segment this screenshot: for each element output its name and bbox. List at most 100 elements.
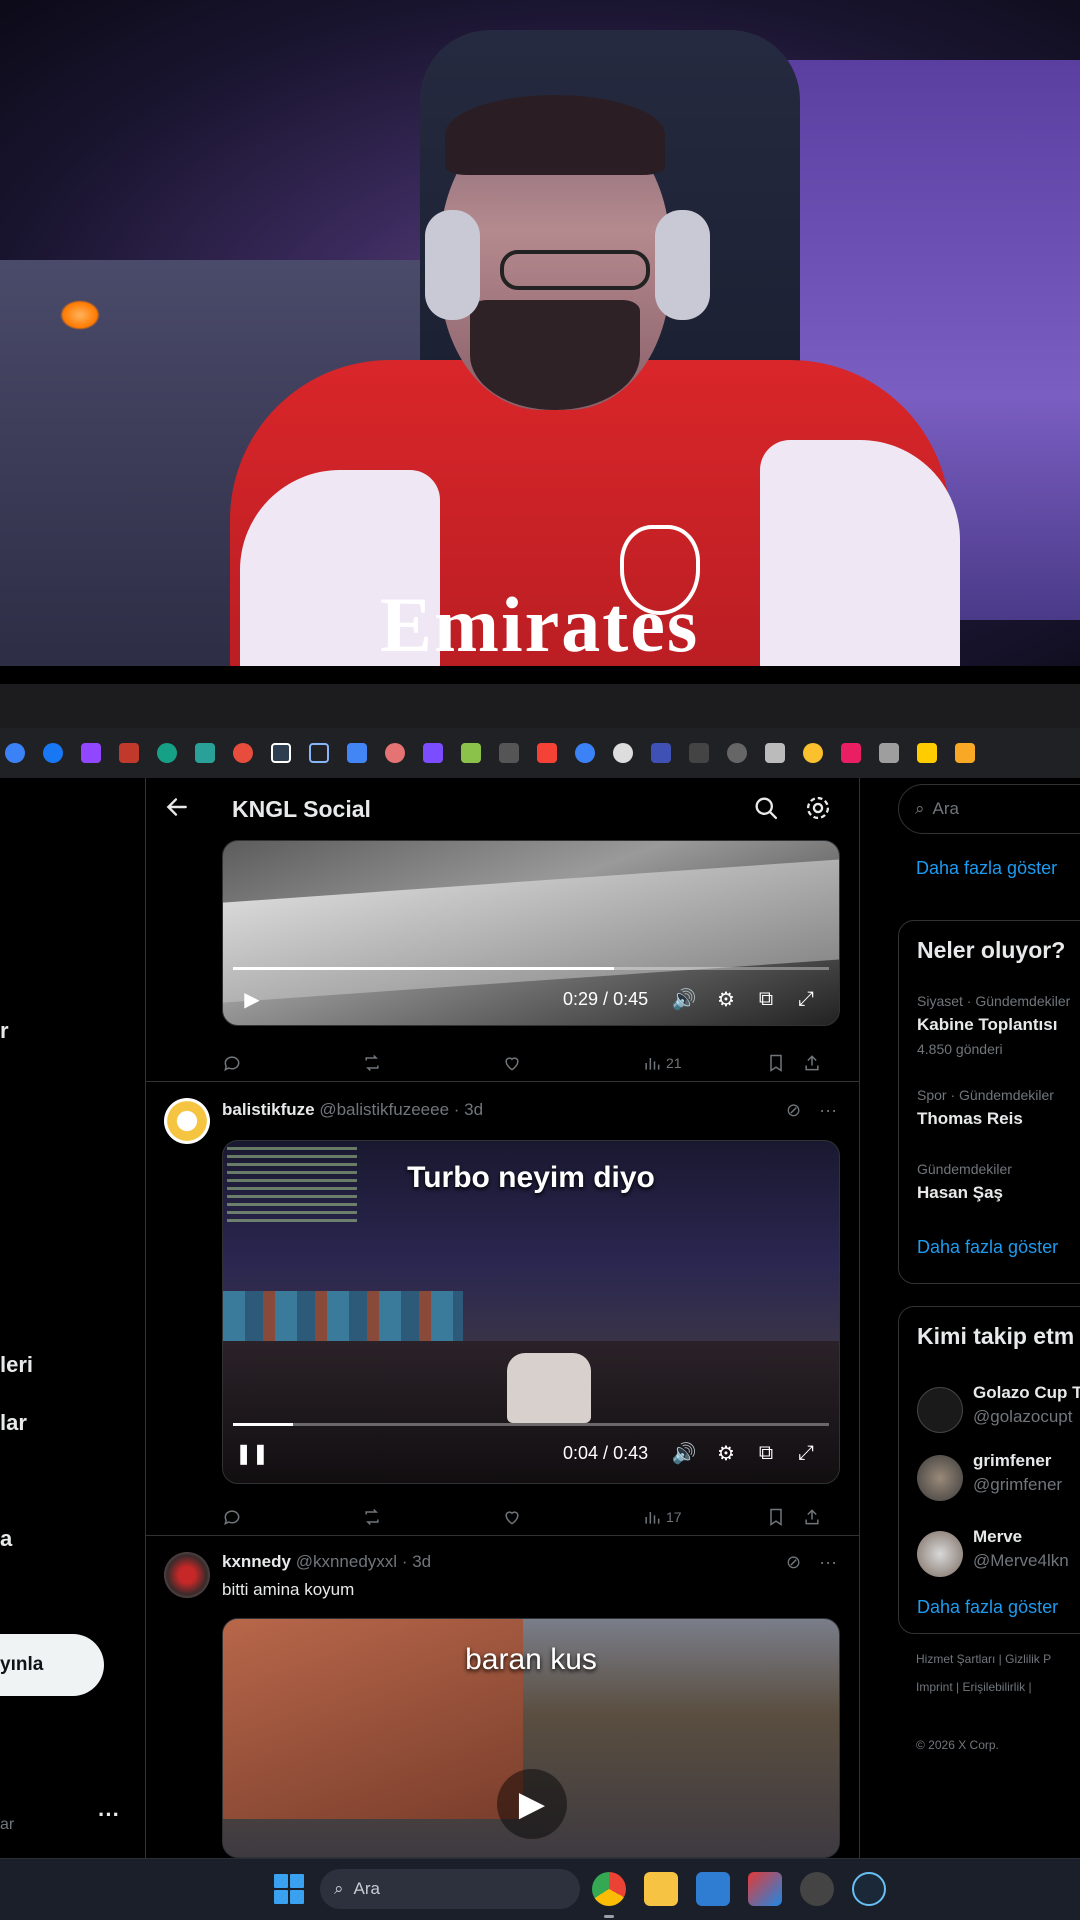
nav-item[interactable]: leri <box>0 1352 33 1378</box>
follow-handle[interactable]: @golazocupt <box>973 1407 1073 1427</box>
search-input[interactable]: ⌕ Ara <box>898 784 1080 834</box>
gear-icon[interactable]: ⚙ <box>711 1433 741 1473</box>
trend-name[interactable]: Hasan Şaş <box>917 1183 1003 1203</box>
follow-name[interactable]: Merve <box>973 1527 1022 1547</box>
avatar[interactable] <box>917 1531 963 1577</box>
follow-name[interactable]: Golazo Cup T <box>973 1383 1080 1403</box>
avatar[interactable] <box>164 1552 210 1598</box>
repost-icon[interactable] <box>362 1502 382 1532</box>
share-icon[interactable] <box>802 1048 822 1078</box>
nav-item[interactable]: r <box>0 1018 9 1044</box>
bookmark-icon[interactable] <box>798 738 828 768</box>
author-handle[interactable]: @kxnnedyxxl <box>296 1552 397 1571</box>
more-icon[interactable]: ··· <box>98 1802 120 1828</box>
pause-icon[interactable]: ❚❚ <box>235 1433 269 1473</box>
follow-handle[interactable]: @Merve4lkn <box>973 1551 1069 1571</box>
picture-in-picture-icon[interactable]: ⧉ <box>751 1433 781 1473</box>
bookmark-icon[interactable] <box>766 1048 786 1078</box>
file-explorer-icon[interactable] <box>644 1872 678 1906</box>
like-icon[interactable] <box>502 1048 522 1078</box>
bookmark-icon[interactable] <box>304 738 334 768</box>
bookmark-icon[interactable] <box>380 738 410 768</box>
grok-icon[interactable]: ⊘ <box>786 1552 801 1573</box>
video-player[interactable]: ▶ 0:29 / 0:45 🔊 ⚙ ⧉ ⤢ <box>222 840 840 1026</box>
views-icon[interactable]: 17 <box>642 1502 682 1532</box>
play-icon[interactable]: ▶ <box>237 979 267 1019</box>
reply-icon[interactable] <box>222 1502 242 1532</box>
nav-item[interactable]: lar <box>0 1410 27 1436</box>
facebook-icon[interactable] <box>38 738 68 768</box>
bookmark-icon[interactable] <box>608 738 638 768</box>
more-icon[interactable]: ··· <box>819 1552 837 1573</box>
folder-icon[interactable] <box>950 738 980 768</box>
bookmark-icon[interactable] <box>646 738 676 768</box>
play-icon[interactable]: ▶ <box>497 1769 567 1839</box>
video-progress-bar[interactable] <box>233 967 829 970</box>
follow-handle[interactable]: @grimfener <box>973 1475 1062 1495</box>
avatar[interactable] <box>917 1455 963 1501</box>
bookmark-icon[interactable] <box>114 738 144 768</box>
fullscreen-icon[interactable]: ⤢ <box>791 1433 821 1473</box>
video-player[interactable]: baran kus ▶ <box>222 1618 840 1858</box>
nav-item[interactable]: a <box>0 1526 12 1552</box>
bookmark-icon[interactable] <box>836 738 866 768</box>
bookmark-icon[interactable] <box>722 738 752 768</box>
show-more-link[interactable]: Daha fazla göster <box>917 1237 1058 1258</box>
bookmark-icon[interactable] <box>912 738 942 768</box>
bookmark-icon[interactable] <box>874 738 904 768</box>
back-arrow-icon[interactable] <box>164 794 192 822</box>
like-icon[interactable] <box>502 1502 522 1532</box>
footer-links[interactable]: Imprint | Erişilebilirlik | <box>916 1680 1032 1694</box>
picture-in-picture-icon[interactable]: ⧉ <box>751 979 781 1019</box>
footer-links[interactable]: Hizmet Şartları | Gizlilik P <box>916 1652 1051 1666</box>
repost-icon[interactable] <box>362 1048 382 1078</box>
bookmark-icon[interactable] <box>494 738 524 768</box>
post-time[interactable]: · 3d <box>402 1552 431 1571</box>
taskbar-search[interactable]: ⌕ Ara <box>320 1869 580 1909</box>
share-icon[interactable] <box>802 1502 822 1532</box>
bookmark-icon[interactable] <box>228 738 258 768</box>
video-progress-bar[interactable] <box>233 1423 829 1426</box>
app-icon[interactable] <box>748 1872 782 1906</box>
avatar[interactable] <box>917 1387 963 1433</box>
gear-icon[interactable]: ⚙ <box>711 979 741 1019</box>
grok-icon[interactable]: ⊘ <box>786 1100 801 1121</box>
bookmark-icon[interactable] <box>266 738 296 768</box>
volume-icon[interactable]: 🔊 <box>669 1433 699 1473</box>
chrome-icon[interactable] <box>592 1872 626 1906</box>
fullscreen-icon[interactable]: ⤢ <box>791 979 821 1019</box>
show-more-link[interactable]: Daha fazla göster <box>916 858 1057 879</box>
steam-icon[interactable] <box>852 1872 886 1906</box>
profile-handle[interactable]: ar <box>0 1816 14 1834</box>
volume-icon[interactable]: 🔊 <box>669 979 699 1019</box>
twitch-icon[interactable] <box>76 738 106 768</box>
search-icon[interactable] <box>752 794 782 824</box>
gear-icon[interactable] <box>804 794 834 824</box>
bookmark-icon[interactable] <box>760 738 790 768</box>
author-name[interactable]: balistikfuze <box>222 1100 315 1119</box>
more-icon[interactable]: ··· <box>819 1100 837 1121</box>
bookmark-icon[interactable] <box>152 738 182 768</box>
show-more-link[interactable]: Daha fazla göster <box>917 1597 1058 1618</box>
app-icon[interactable] <box>800 1872 834 1906</box>
bookmark-icon[interactable] <box>766 1502 786 1532</box>
trend-name[interactable]: Thomas Reis <box>917 1109 1023 1129</box>
post-time[interactable]: · 3d <box>454 1100 483 1119</box>
bookmark-icon[interactable] <box>0 738 30 768</box>
views-icon[interactable]: 21 <box>642 1048 682 1078</box>
author-name[interactable]: kxnnedy <box>222 1552 291 1571</box>
reply-icon[interactable] <box>222 1048 242 1078</box>
follow-name[interactable]: grimfener <box>973 1451 1051 1471</box>
windows-start-icon[interactable] <box>274 1874 304 1904</box>
bookmark-icon[interactable] <box>342 738 372 768</box>
bookmark-icon[interactable] <box>190 738 220 768</box>
bookmark-icon[interactable] <box>456 738 486 768</box>
bookmark-icon[interactable] <box>570 738 600 768</box>
trend-name[interactable]: Kabine Toplantısı <box>917 1015 1057 1035</box>
bookmark-icon[interactable] <box>532 738 562 768</box>
bookmark-icon[interactable] <box>684 738 714 768</box>
bookmark-icon[interactable] <box>418 738 448 768</box>
author-handle[interactable]: @balistikfuzeeee <box>319 1100 449 1119</box>
photos-icon[interactable] <box>696 1872 730 1906</box>
post-button[interactable]: yınla <box>0 1634 104 1696</box>
